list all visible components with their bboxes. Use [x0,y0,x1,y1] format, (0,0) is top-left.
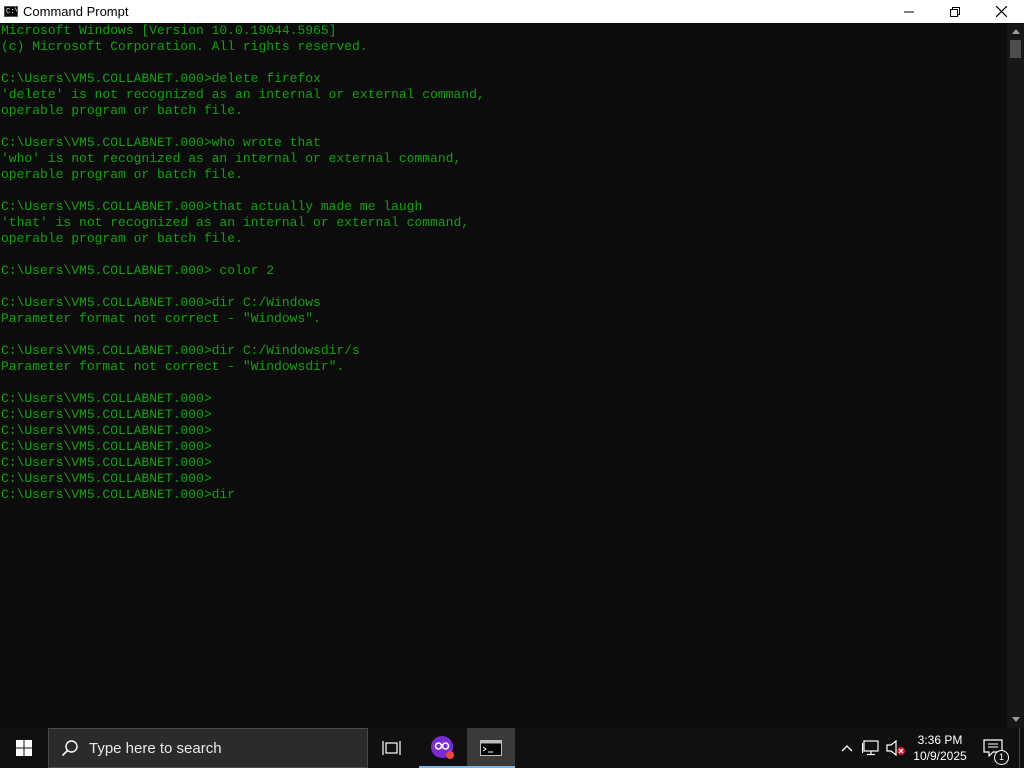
start-button[interactable] [0,728,48,768]
terminal-line: C:\Users\VM5.COLLABNET.000> [1,439,212,454]
terminal-line: C:\Users\VM5.COLLABNET.000> color 2 [1,263,275,278]
scroll-up-icon [1011,29,1020,34]
clock-date: 10/9/2025 [913,749,967,763]
cmd-icon [480,740,502,756]
search-icon [61,739,79,757]
show-hidden-icons-button[interactable] [837,728,857,768]
close-button[interactable] [978,0,1024,23]
terminal-line: (c) Microsoft Corporation. All rights re… [1,39,368,54]
terminal-line: C:\Users\VM5.COLLABNET.000>who wrote tha… [1,135,321,150]
app-icon [431,736,454,759]
terminal-line: Parameter format not correct - "Windows"… [1,311,321,326]
terminal-line: operable program or batch file. [1,231,243,246]
title-bar[interactable]: C:\ Command Prompt [0,0,1024,23]
cmd-icon: C:\ [4,6,18,17]
task-view-icon [382,741,401,755]
windows-logo-icon [16,740,32,756]
terminal-line: C:\Users\VM5.COLLABNET.000> [1,407,212,422]
clock-time: 3:36 PM [917,733,963,747]
scroll-down-icon [1011,717,1020,722]
scroll-down-button[interactable] [1007,711,1024,728]
show-desktop-button[interactable] [1019,728,1024,768]
terminal-line: C:\Users\VM5.COLLABNET.000> [1,423,212,438]
task-view-button[interactable] [368,728,416,768]
window-title: Command Prompt [23,4,129,19]
restore-button[interactable] [932,0,978,23]
terminal-line: C:\Users\VM5.COLLABNET.000>delete firefo… [1,71,321,86]
terminal-line: C:\Users\VM5.COLLABNET.000> [1,455,212,470]
network-icon [862,740,879,756]
terminal-line: C:\Users\VM5.COLLABNET.000> [1,391,212,406]
terminal-line: 'who' is not recognized as an internal o… [1,151,462,166]
terminal-line: Microsoft Windows [Version 10.0.19044.59… [1,23,337,38]
taskbar: Type here to search 3:36 PM 10/9/2025 1 [0,728,1024,768]
window-controls [886,0,1024,23]
terminal-line: operable program or batch file. [1,103,243,118]
terminal-output[interactable]: Microsoft Windows [Version 10.0.19044.59… [0,23,1006,728]
chevron-up-icon [841,745,853,752]
scrollbar[interactable] [1007,23,1024,728]
terminal-line: C:\Users\VM5.COLLABNET.000>dir C:/Window… [1,343,360,358]
terminal-line: 'delete' is not recognized as an interna… [1,87,485,102]
terminal-line: Parameter format not correct - "Windowsd… [1,359,345,374]
search-placeholder: Type here to search [89,739,222,757]
taskbar-cmd-button[interactable] [467,728,515,768]
volume-muted-icon [886,740,905,756]
terminal-line: C:\Users\VM5.COLLABNET.000>dir [1,487,236,502]
terminal-line: 'that' is not recognized as an internal … [1,215,470,230]
network-button[interactable] [859,728,883,768]
terminal-line: C:\Users\VM5.COLLABNET.000>that actually… [1,199,423,214]
close-icon [995,6,1007,17]
terminal-line: C:\Users\VM5.COLLABNET.000> [1,471,212,486]
scroll-up-button[interactable] [1007,23,1024,40]
minimize-icon [904,11,914,12]
clock[interactable]: 3:36 PM 10/9/2025 [905,728,975,768]
notification-count-badge: 1 [994,750,1009,765]
minimize-button[interactable] [886,0,932,23]
terminal-line: C:\Users\VM5.COLLABNET.000>dir C:/Window… [1,295,321,310]
terminal-line: operable program or batch file. [1,167,243,182]
taskbar-app-button[interactable] [419,728,467,768]
restore-icon [950,6,960,17]
scroll-thumb[interactable] [1010,40,1021,58]
search-box[interactable]: Type here to search [48,728,368,768]
